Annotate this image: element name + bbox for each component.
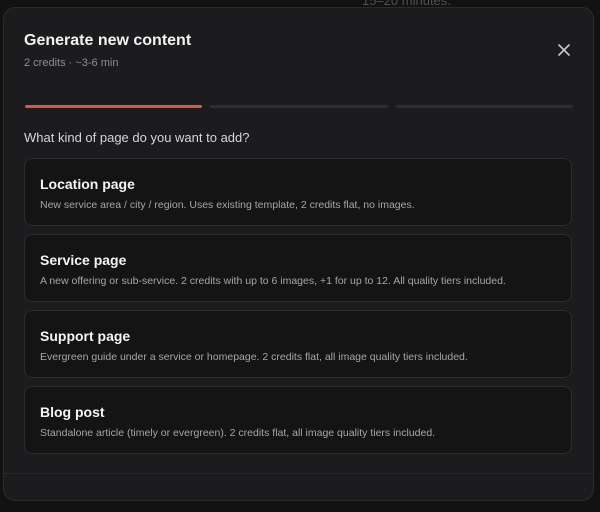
option-title: Support page <box>40 328 131 344</box>
option-title: Blog post <box>40 404 105 420</box>
option-description: A new offering or sub-service. 2 credits… <box>40 275 506 287</box>
progress-step-1 <box>25 105 203 108</box>
page-type-question: What kind of page do you want to add? <box>24 130 250 145</box>
option-location-page[interactable]: Location page New service area / city / … <box>24 158 572 226</box>
option-title: Location page <box>40 176 135 192</box>
close-icon <box>558 44 570 56</box>
option-description: New service area / city / region. Uses e… <box>40 199 415 211</box>
option-service-page[interactable]: Service page A new offering or sub-servi… <box>24 234 572 302</box>
progress-step-3 <box>395 105 573 108</box>
option-support-page[interactable]: Support page Evergreen guide under a ser… <box>24 310 572 378</box>
close-button[interactable] <box>553 39 575 61</box>
option-description: Evergreen guide under a service or homep… <box>40 351 468 363</box>
option-blog-post[interactable]: Blog post Standalone article (timely or … <box>24 386 572 454</box>
step-progress <box>25 105 573 109</box>
modal-title: Generate new content <box>24 32 192 49</box>
modal-subtitle: 2 credits · ~3-6 min <box>24 57 119 69</box>
progress-step-2 <box>210 105 388 108</box>
footer-divider <box>4 473 593 474</box>
page-type-options: Location page New service area / city / … <box>24 158 572 462</box>
generate-content-modal: Generate new content 2 credits · ~3-6 mi… <box>3 7 594 501</box>
option-title: Service page <box>40 252 127 268</box>
option-description: Standalone article (timely or evergreen)… <box>40 427 436 439</box>
